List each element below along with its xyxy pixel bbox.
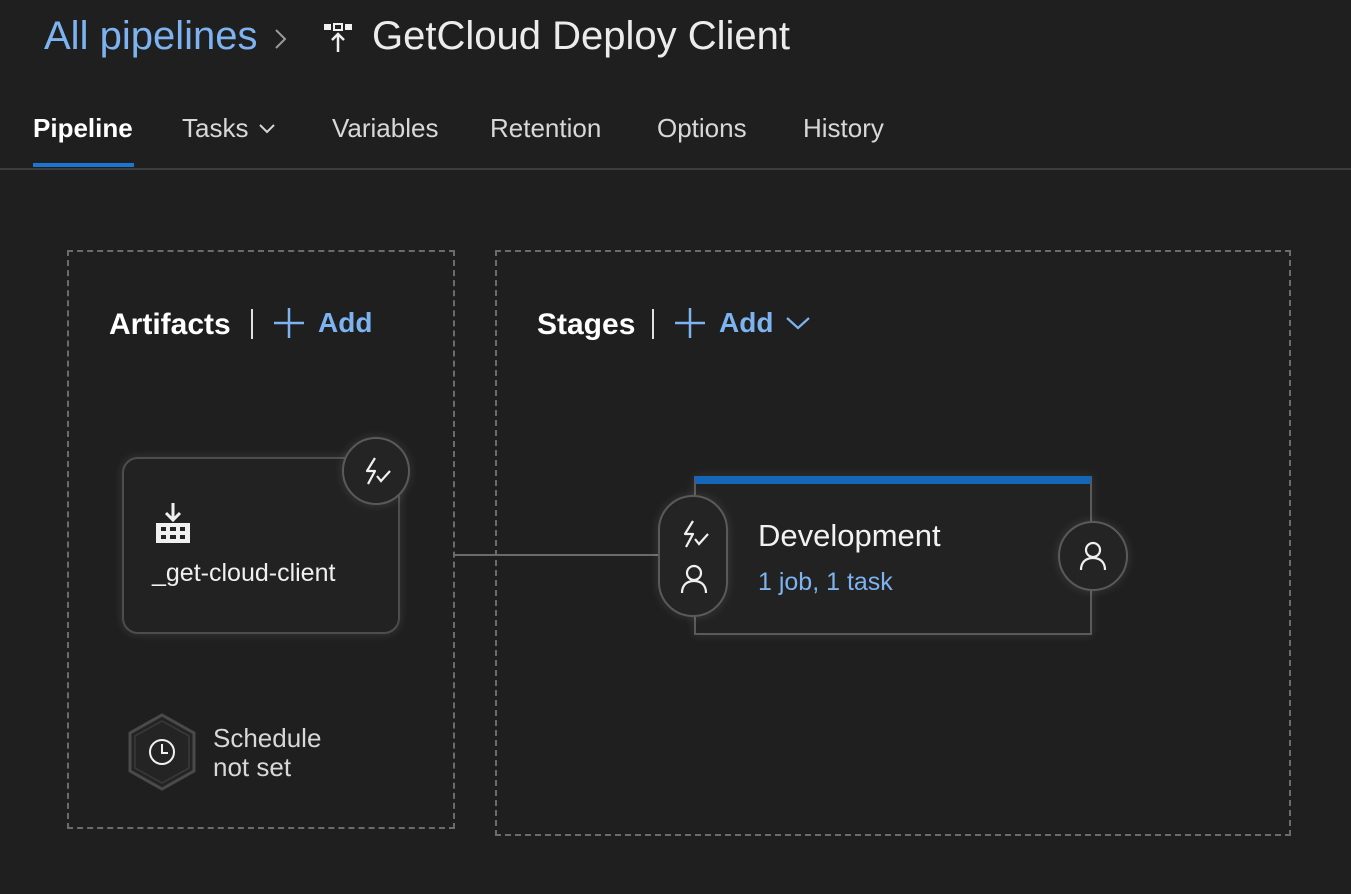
artifacts-title-divider <box>251 309 253 339</box>
add-stage-label: Add <box>719 307 774 338</box>
continuous-deployment-trigger-button[interactable] <box>342 437 410 505</box>
pre-deployment-conditions[interactable] <box>658 495 728 617</box>
plus-icon <box>274 308 304 338</box>
stage-name[interactable]: Development <box>758 518 941 554</box>
lightning-check-icon[interactable] <box>677 517 711 551</box>
release-pipeline-icon <box>324 23 352 52</box>
stages-title: Stages <box>537 308 636 341</box>
tab-variables[interactable]: Variables <box>332 113 438 144</box>
stage-card-development[interactable] <box>694 476 1092 635</box>
post-deployment-approvals-button[interactable] <box>1058 521 1128 591</box>
lightning-check-icon <box>365 457 391 485</box>
person-icon[interactable] <box>679 563 709 595</box>
build-artifact-icon <box>156 503 190 543</box>
add-artifact-label: Add <box>318 307 373 338</box>
tab-pipeline[interactable]: Pipeline <box>33 113 133 144</box>
active-tab-indicator <box>33 163 134 167</box>
stages-title-divider <box>652 309 654 339</box>
tab-history[interactable]: History <box>803 113 884 144</box>
chevron-down-icon <box>786 317 811 330</box>
chevron-down-icon <box>259 123 276 133</box>
pipeline-title: GetCloud Deploy Client <box>372 14 790 58</box>
tabs-divider <box>0 168 1351 170</box>
artifacts-title: Artifacts <box>109 308 231 341</box>
stage-job-summary[interactable]: 1 job, 1 task <box>758 568 893 597</box>
tab-tasks-label: Tasks <box>182 113 249 143</box>
schedule-line-1: Schedule <box>213 723 322 753</box>
add-artifact-button[interactable]: Add <box>272 306 372 340</box>
plus-icon <box>675 308 705 338</box>
person-icon <box>1079 541 1107 571</box>
tab-tasks[interactable]: Tasks <box>182 113 276 144</box>
chevron-right-icon <box>275 29 287 49</box>
tab-retention[interactable]: Retention <box>490 113 601 144</box>
schedule-button[interactable] <box>126 712 198 792</box>
tab-options[interactable]: Options <box>657 113 747 144</box>
artifact-name: _get-cloud-client <box>152 559 336 587</box>
all-pipelines-link[interactable]: All pipelines <box>44 14 257 59</box>
add-stage-button[interactable]: Add <box>673 306 811 340</box>
schedule-status[interactable]: Schedule not set <box>213 724 321 782</box>
schedule-line-2: not set <box>213 752 292 782</box>
